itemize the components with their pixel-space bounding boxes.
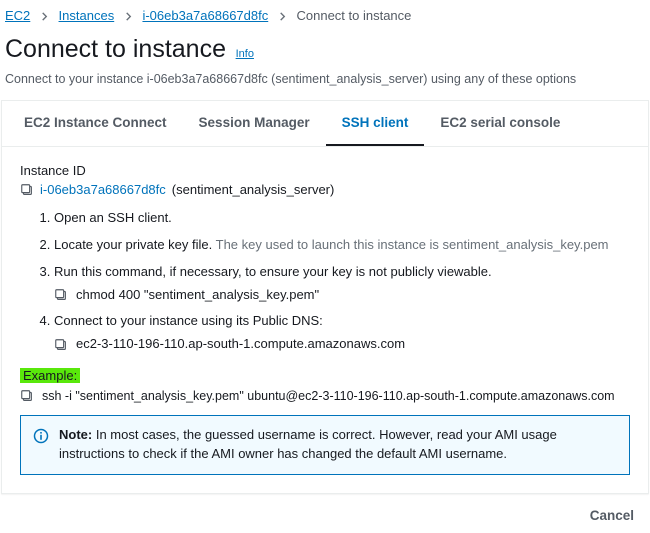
instance-id-value[interactable]: i-06eb3a7a68667d8fc bbox=[40, 182, 166, 197]
note-text: Note: In most cases, the guessed usernam… bbox=[59, 426, 617, 464]
step-4: Connect to your instance using its Publi… bbox=[54, 312, 630, 354]
public-dns: ec2-3-110-196-110.ap-south-1.compute.ama… bbox=[76, 335, 405, 354]
step-4-text: Connect to your instance using its Publi… bbox=[54, 313, 323, 328]
page-title: Connect to instance bbox=[5, 35, 226, 64]
chevron-right-icon bbox=[40, 11, 49, 23]
breadcrumb-current: Connect to instance bbox=[296, 8, 411, 23]
connect-panel: EC2 Instance Connect Session Manager SSH… bbox=[1, 100, 649, 494]
cancel-button[interactable]: Cancel bbox=[590, 508, 634, 523]
instance-id-label: Instance ID bbox=[20, 163, 630, 178]
step-3-text: Run this command, if necessary, to ensur… bbox=[54, 264, 492, 279]
breadcrumb: EC2 Instances i-06eb3a7a68667d8fc Connec… bbox=[0, 0, 650, 29]
note-body: In most cases, the guessed username is c… bbox=[59, 427, 557, 461]
chmod-command: chmod 400 "sentiment_analysis_key.pem" bbox=[76, 286, 319, 305]
copy-icon[interactable] bbox=[54, 338, 68, 352]
chevron-right-icon bbox=[278, 11, 287, 23]
info-icon bbox=[33, 428, 49, 464]
tab-ec2-serial-console[interactable]: EC2 serial console bbox=[424, 101, 576, 146]
instance-name: (sentiment_analysis_server) bbox=[172, 182, 335, 197]
tabs: EC2 Instance Connect Session Manager SSH… bbox=[2, 101, 648, 147]
step-2-detail: The key used to launch this instance is … bbox=[216, 237, 609, 252]
copy-icon[interactable] bbox=[54, 288, 68, 302]
note-prefix: Note: bbox=[59, 427, 92, 442]
ssh-command: ssh -i "sentiment_analysis_key.pem" ubun… bbox=[42, 389, 615, 403]
tab-body-ssh: Instance ID i-06eb3a7a68667d8fc (sentime… bbox=[2, 147, 648, 493]
footer: Cancel bbox=[0, 494, 650, 533]
step-1: Open an SSH client. bbox=[54, 209, 630, 228]
copy-icon[interactable] bbox=[20, 183, 34, 197]
info-link[interactable]: Info bbox=[236, 48, 254, 60]
step-2: Locate your private key file. The key us… bbox=[54, 236, 630, 255]
note-box: Note: In most cases, the guessed usernam… bbox=[20, 415, 630, 475]
example-label: Example: bbox=[20, 368, 80, 383]
breadcrumb-ec2[interactable]: EC2 bbox=[5, 8, 30, 23]
tab-ssh-client[interactable]: SSH client bbox=[326, 101, 425, 146]
ssh-steps: Open an SSH client. Locate your private … bbox=[20, 209, 630, 354]
page-subtitle: Connect to your instance i-06eb3a7a68667… bbox=[0, 72, 650, 100]
tab-session-manager[interactable]: Session Manager bbox=[183, 101, 326, 146]
tab-ec2-instance-connect[interactable]: EC2 Instance Connect bbox=[8, 101, 183, 146]
step-2-text: Locate your private key file. bbox=[54, 237, 212, 252]
breadcrumb-instances[interactable]: Instances bbox=[59, 8, 115, 23]
chevron-right-icon bbox=[124, 11, 133, 23]
step-3: Run this command, if necessary, to ensur… bbox=[54, 263, 630, 305]
breadcrumb-instance-id[interactable]: i-06eb3a7a68667d8fc bbox=[142, 8, 268, 23]
copy-icon[interactable] bbox=[20, 389, 34, 403]
